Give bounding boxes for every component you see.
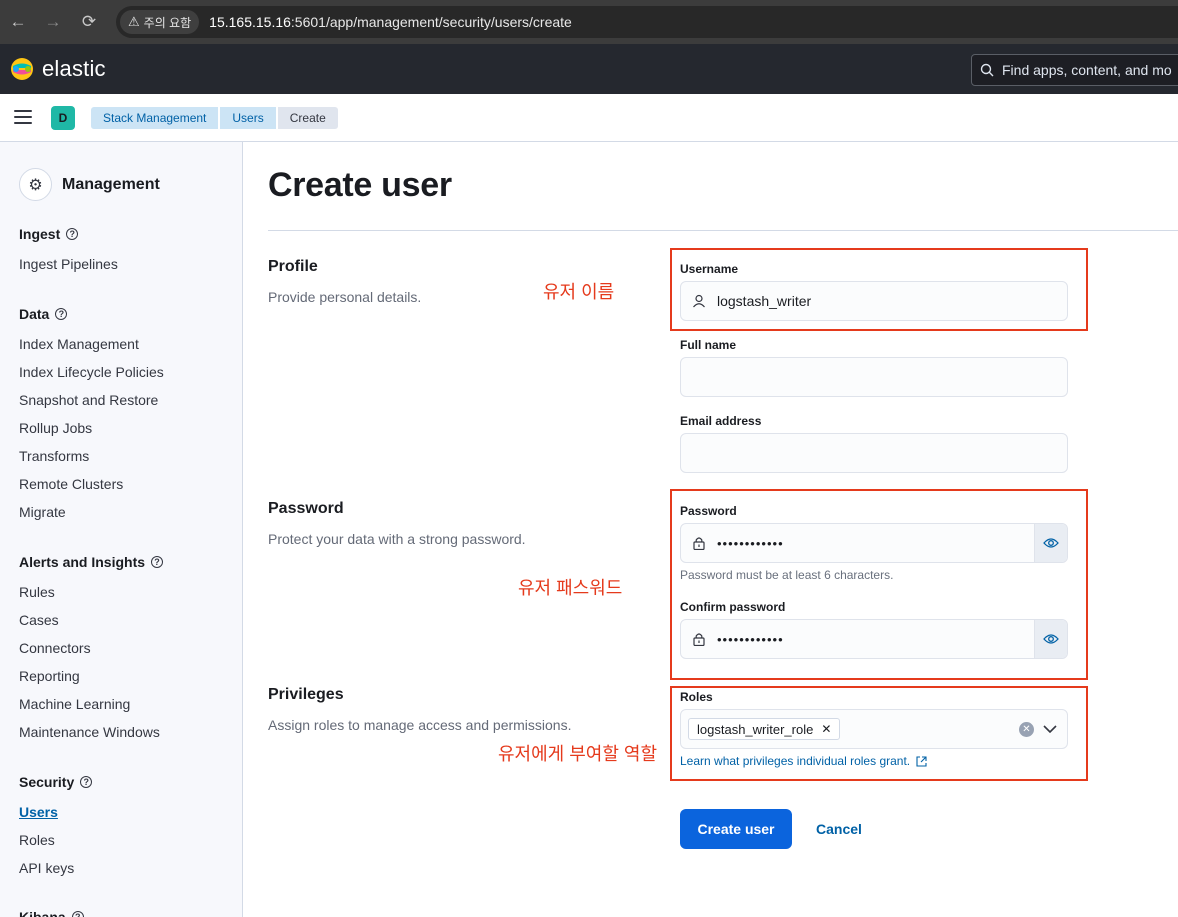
management-sidebar: ⚙ Management Ingest? Ingest Pipelines Da… bbox=[0, 142, 243, 917]
sidebar-item-index-lifecycle-policies[interactable]: Index Lifecycle Policies bbox=[19, 364, 164, 380]
sidebar-item-remote-clusters[interactable]: Remote Clusters bbox=[19, 476, 123, 492]
section-label: Alerts and Insights bbox=[19, 554, 146, 570]
sidebar-item-api-keys[interactable]: API keys bbox=[19, 860, 74, 876]
sidebar-section-security: Security? bbox=[19, 774, 93, 790]
email-input[interactable] bbox=[680, 433, 1068, 473]
breadcrumb-bar: D Stack Management Users Create bbox=[0, 94, 1178, 142]
help-icon[interactable]: ? bbox=[80, 776, 93, 788]
profile-section-title: Profile bbox=[268, 258, 318, 275]
url-text: 15.165.15.16:5601/app/management/securit… bbox=[209, 14, 572, 30]
security-warning-chip[interactable]: ⚠ 주의 요함 bbox=[120, 10, 200, 34]
roles-highlight-box bbox=[670, 686, 1088, 781]
password-section-title: Password bbox=[268, 500, 344, 517]
sidebar-item-users[interactable]: Users bbox=[19, 804, 58, 820]
fullname-label: Full name bbox=[680, 338, 737, 352]
sidebar-item-roles[interactable]: Roles bbox=[19, 832, 55, 848]
help-icon[interactable]: ? bbox=[55, 308, 68, 320]
privileges-section-description: Assign roles to manage access and permis… bbox=[268, 717, 572, 733]
sidebar-item-cases[interactable]: Cases bbox=[19, 612, 59, 628]
breadcrumb-users[interactable]: Users bbox=[220, 107, 276, 129]
elastic-logo-icon[interactable] bbox=[10, 57, 34, 81]
sidebar-item-index-management[interactable]: Index Management bbox=[19, 336, 139, 352]
section-label: Security bbox=[19, 774, 75, 790]
username-highlight-box bbox=[670, 248, 1088, 331]
sidebar-item-rollup-jobs[interactable]: Rollup Jobs bbox=[19, 420, 92, 436]
sidebar-header: ⚙ Management bbox=[19, 168, 160, 201]
breadcrumb: Stack Management Users Create bbox=[91, 107, 338, 129]
sidebar-item-ingest-pipelines[interactable]: Ingest Pipelines bbox=[19, 256, 118, 272]
sidebar-section-ingest: Ingest? bbox=[19, 226, 79, 242]
sidebar-item-reporting[interactable]: Reporting bbox=[19, 668, 80, 684]
reload-icon[interactable]: ⟳ bbox=[77, 10, 101, 34]
profile-section-description: Provide personal details. bbox=[268, 289, 422, 305]
password-annotation: 유저 패스워드 bbox=[518, 578, 623, 598]
create-user-button[interactable]: Create user bbox=[680, 809, 792, 849]
section-label: Kibana bbox=[19, 909, 66, 917]
browser-toolbar: ← → ⟳ ⚠ 주의 요함 15.165.15.16:5601/app/mana… bbox=[0, 0, 1178, 44]
title-divider bbox=[268, 230, 1178, 231]
gear-icon: ⚙ bbox=[19, 168, 52, 201]
privileges-section-title: Privileges bbox=[268, 686, 344, 703]
breadcrumb-create: Create bbox=[277, 107, 338, 129]
address-bar[interactable]: ⚠ 주의 요함 15.165.15.16:5601/app/management… bbox=[116, 6, 1178, 38]
fullname-input[interactable] bbox=[680, 357, 1068, 397]
sidebar-item-transforms[interactable]: Transforms bbox=[19, 448, 89, 464]
help-icon[interactable]: ? bbox=[66, 228, 79, 240]
sidebar-section-alerts: Alerts and Insights? bbox=[19, 554, 164, 570]
sidebar-section-data: Data? bbox=[19, 306, 68, 322]
space-avatar[interactable]: D bbox=[51, 106, 75, 130]
sidebar-item-maintenance-windows[interactable]: Maintenance Windows bbox=[19, 724, 160, 740]
app-header: elastic Find apps, content, and mo bbox=[0, 44, 1178, 94]
section-label: Data bbox=[19, 306, 50, 322]
password-section-description: Protect your data with a strong password… bbox=[268, 531, 526, 547]
warning-label: 주의 요함 bbox=[143, 15, 192, 30]
username-annotation: 유저 이름 bbox=[543, 282, 615, 302]
search-placeholder: Find apps, content, and mo bbox=[1002, 62, 1172, 78]
sidebar-title: Management bbox=[62, 175, 160, 193]
help-icon[interactable]: ? bbox=[71, 911, 84, 917]
password-highlight-box bbox=[670, 489, 1088, 680]
help-icon[interactable]: ? bbox=[151, 556, 164, 568]
forward-icon[interactable]: → bbox=[41, 10, 65, 34]
menu-icon[interactable] bbox=[14, 110, 32, 124]
breadcrumb-stack-management[interactable]: Stack Management bbox=[91, 107, 219, 129]
sidebar-item-snapshot-and-restore[interactable]: Snapshot and Restore bbox=[19, 392, 158, 408]
warning-icon: ⚠ bbox=[128, 14, 140, 29]
global-search-input[interactable]: Find apps, content, and mo bbox=[971, 54, 1178, 86]
sidebar-item-migrate[interactable]: Migrate bbox=[19, 504, 66, 520]
brand-name[interactable]: elastic bbox=[42, 56, 106, 82]
search-icon bbox=[980, 63, 994, 77]
sidebar-item-machine-learning[interactable]: Machine Learning bbox=[19, 696, 130, 712]
cancel-button[interactable]: Cancel bbox=[804, 809, 874, 849]
url-host: 15.165.15.16 bbox=[209, 14, 291, 30]
email-label: Email address bbox=[680, 414, 762, 428]
section-label: Ingest bbox=[19, 226, 61, 242]
back-icon[interactable]: ← bbox=[6, 10, 30, 34]
url-path: :5601/app/management/security/users/crea… bbox=[290, 14, 572, 30]
sidebar-item-connectors[interactable]: Connectors bbox=[19, 640, 91, 656]
sidebar-item-rules[interactable]: Rules bbox=[19, 584, 55, 600]
roles-annotation: 유저에게 부여할 역할 bbox=[498, 744, 658, 764]
page-title: Create user bbox=[268, 166, 452, 204]
sidebar-section-kibana: Kibana? bbox=[19, 909, 84, 917]
